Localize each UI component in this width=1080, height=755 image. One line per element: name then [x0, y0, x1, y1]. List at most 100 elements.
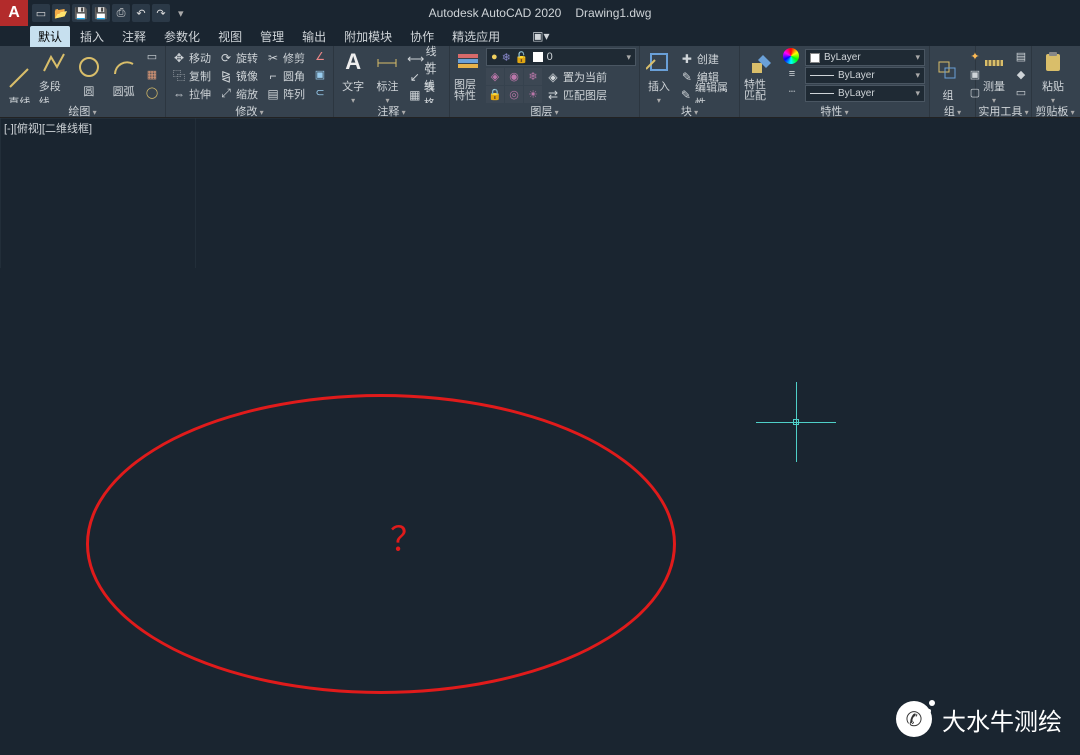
util-select-icon[interactable]: ▭	[1012, 84, 1030, 101]
block-create-label: 创建	[697, 51, 719, 67]
table-button[interactable]: ▦表格	[407, 86, 445, 103]
tab-featured[interactable]: 精选应用	[444, 26, 508, 47]
tab-output[interactable]: 输出	[294, 26, 334, 47]
drawing-canvas[interactable]: [-][俯视][二维线框] ？ ✆ 大水牛测绘	[0, 118, 1080, 755]
tab-view[interactable]: 视图	[210, 26, 250, 47]
qat-new-icon[interactable]: ▭	[32, 4, 50, 22]
layer-combo-value: 0	[547, 51, 553, 63]
layer-combo[interactable]: ● ❄ 🔓 0	[486, 48, 636, 66]
annotation-question: ？	[390, 512, 424, 561]
viewport-label[interactable]: [-][俯视][二维线框]	[4, 120, 92, 136]
matchprop-button[interactable]: 特性 匹配	[744, 48, 779, 103]
panel-annotate-title[interactable]: 注释	[334, 103, 449, 117]
array-button[interactable]: ▤阵列	[264, 85, 307, 102]
polyline-button[interactable]: 多段线	[39, 48, 70, 110]
panel-groups-title[interactable]: 组	[930, 103, 975, 117]
stretch-label: 拉伸	[189, 86, 211, 102]
leader-icon: ↙	[409, 70, 421, 84]
qat-print-icon[interactable]: ⎙	[112, 4, 130, 22]
line-button[interactable]: 直线	[4, 48, 35, 110]
match-layer-icon: ⇄	[546, 88, 560, 102]
block-create-button[interactable]: ✚创建	[678, 50, 735, 67]
linetype-swatch-icon	[810, 93, 834, 94]
util-calc-icon[interactable]: ▤	[1012, 48, 1030, 65]
qat-save-icon[interactable]: 💾	[72, 4, 90, 22]
app-name: Autodesk AutoCAD 2020	[429, 6, 562, 20]
offset-icon[interactable]: ⊂	[311, 84, 329, 101]
watermark: ✆ 大水牛测绘	[896, 701, 1062, 737]
trim-button[interactable]: ✂修剪	[264, 49, 307, 66]
panel-properties-title[interactable]: 特性	[740, 103, 929, 117]
title-bar: A ▭ 📂 💾 💾 ⎙ ↶ ↷ ▾ Autodesk AutoCAD 2020 …	[0, 0, 1080, 26]
arc-button[interactable]: 圆弧▾	[108, 48, 139, 110]
qat-redo-icon[interactable]: ↷	[152, 4, 170, 22]
qat-dropdown-icon[interactable]: ▾	[178, 7, 184, 20]
color-wheel-icon[interactable]	[783, 48, 799, 64]
rotate-label: 旋转	[236, 50, 258, 66]
circle-button[interactable]: 圆▾	[74, 48, 105, 110]
tab-app-menu-icon[interactable]: ▣▾	[524, 27, 557, 45]
tab-annotate[interactable]: 注释	[114, 26, 154, 47]
explode-icon[interactable]: ▣	[311, 66, 329, 83]
mirror-button[interactable]: ⧎镜像	[217, 67, 260, 84]
array-label: 阵列	[283, 86, 305, 102]
rectangle-icon[interactable]: ▭	[143, 48, 161, 65]
copy-button[interactable]: ⿻复制	[170, 67, 213, 84]
insert-block-icon	[645, 48, 673, 76]
tab-addins[interactable]: 附加模块	[336, 26, 400, 47]
app-logo-icon[interactable]: A	[0, 0, 28, 26]
tab-default[interactable]: 默认	[30, 26, 70, 47]
panel-draw-title[interactable]: 绘图	[0, 103, 165, 117]
group-button[interactable]: 组	[934, 48, 962, 103]
util-point-icon[interactable]: ◆	[1012, 66, 1030, 83]
arc-label: 圆弧	[113, 83, 135, 99]
insert-block-button[interactable]: 插入▾	[644, 48, 674, 105]
tab-manage[interactable]: 管理	[252, 26, 292, 47]
panel-utils-title[interactable]: 实用工具	[976, 103, 1031, 117]
layer-state-lightbulb-icon: ●	[491, 51, 498, 63]
qat-open-icon[interactable]: 📂	[52, 4, 70, 22]
panel-clipboard-title[interactable]: 剪贴板	[1032, 103, 1078, 117]
block-attr-button[interactable]: ✎编辑属性	[678, 86, 735, 103]
move-label: 移动	[189, 50, 211, 66]
panel-block-title[interactable]: 块	[640, 103, 739, 117]
panel-modify-title[interactable]: 修改	[166, 103, 333, 117]
tab-parametric[interactable]: 参数化	[156, 26, 208, 47]
erase-icon[interactable]: ∠	[311, 48, 329, 65]
match-layer-button[interactable]: ⇄匹配图层	[544, 86, 609, 103]
layer-freeze-icon[interactable]: ❄	[524, 68, 542, 85]
color-combo[interactable]: ByLayer	[805, 49, 925, 66]
layer-properties-button[interactable]: 图层 特性	[454, 48, 482, 103]
qat-saveas-icon[interactable]: 💾	[92, 4, 110, 22]
move-button[interactable]: ✥移动	[170, 49, 213, 66]
qat-undo-icon[interactable]: ↶	[132, 4, 150, 22]
pickbox-icon	[793, 419, 799, 425]
panel-layers-title[interactable]: 图层	[450, 103, 639, 117]
dimension-button[interactable]: 标注▾	[372, 48, 402, 105]
lineweight-icon[interactable]: ≡	[783, 65, 801, 82]
scale-button[interactable]: ⤢缩放	[217, 85, 260, 102]
linetype-icon[interactable]: ┈	[783, 83, 801, 100]
ellipse-icon[interactable]: ◯	[143, 84, 161, 101]
text-button[interactable]: A 文字▾	[338, 48, 368, 105]
hatch-icon[interactable]: ▦	[143, 66, 161, 83]
layer-iso-icon[interactable]: ◈	[486, 68, 504, 85]
block-attr-icon: ✎	[680, 88, 692, 102]
rotate-icon: ⟳	[219, 51, 233, 65]
circle-icon	[75, 53, 103, 81]
rotate-button[interactable]: ⟳旋转	[217, 49, 260, 66]
lineweight-combo[interactable]: ByLayer	[805, 67, 925, 84]
layer-off-icon[interactable]: ◉	[505, 68, 523, 85]
panel-annotate: A 文字▾ 标注▾ ⟷线性 ↙引线 ▦表格 注释	[334, 46, 450, 117]
make-current-button[interactable]: ◈置为当前	[544, 68, 609, 85]
linetype-combo[interactable]: ByLayer	[805, 85, 925, 102]
layer-on-icon[interactable]: ◎	[505, 86, 523, 103]
paste-button[interactable]: 粘贴▾	[1036, 48, 1070, 105]
measure-button[interactable]: 测量▾	[980, 48, 1008, 105]
layer-thaw-icon[interactable]: ☀	[524, 86, 542, 103]
layer-lock-icon[interactable]: 🔒	[486, 86, 504, 103]
stretch-button[interactable]: ⇔拉伸	[170, 85, 213, 102]
tab-insert[interactable]: 插入	[72, 26, 112, 47]
block-edit-icon: ✎	[680, 70, 694, 84]
fillet-button[interactable]: ⌐圆角	[264, 67, 307, 84]
